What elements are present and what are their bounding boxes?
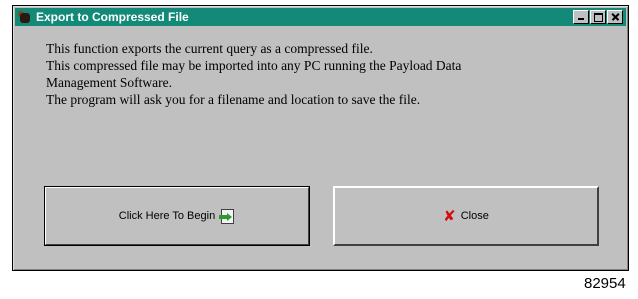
red-x-icon: ✘	[443, 207, 456, 225]
description-line: The program will ask you for a filename …	[46, 92, 421, 107]
description-text: This function exports the current query …	[46, 40, 606, 108]
figure-number: 82954	[584, 275, 626, 292]
title-bar[interactable]: Export to Compressed File	[15, 8, 626, 26]
description-line: Management Software.	[46, 75, 172, 90]
window-controls	[572, 10, 623, 24]
begin-export-button[interactable]: Click Here To Begin	[44, 186, 310, 246]
close-window-button[interactable]	[607, 10, 623, 24]
app-icon[interactable]	[18, 10, 32, 24]
description-line: This compressed file may be imported int…	[46, 58, 462, 73]
begin-button-label: Click Here To Begin	[118, 210, 216, 222]
window-title: Export to Compressed File	[36, 10, 189, 24]
maximize-button[interactable]	[590, 10, 606, 24]
description-line: This function exports the current query …	[46, 41, 373, 56]
close-button-label: Close	[460, 210, 489, 222]
export-file-icon	[219, 208, 235, 224]
close-button[interactable]: ✘ Close	[333, 186, 599, 246]
minimize-button[interactable]	[573, 10, 589, 24]
